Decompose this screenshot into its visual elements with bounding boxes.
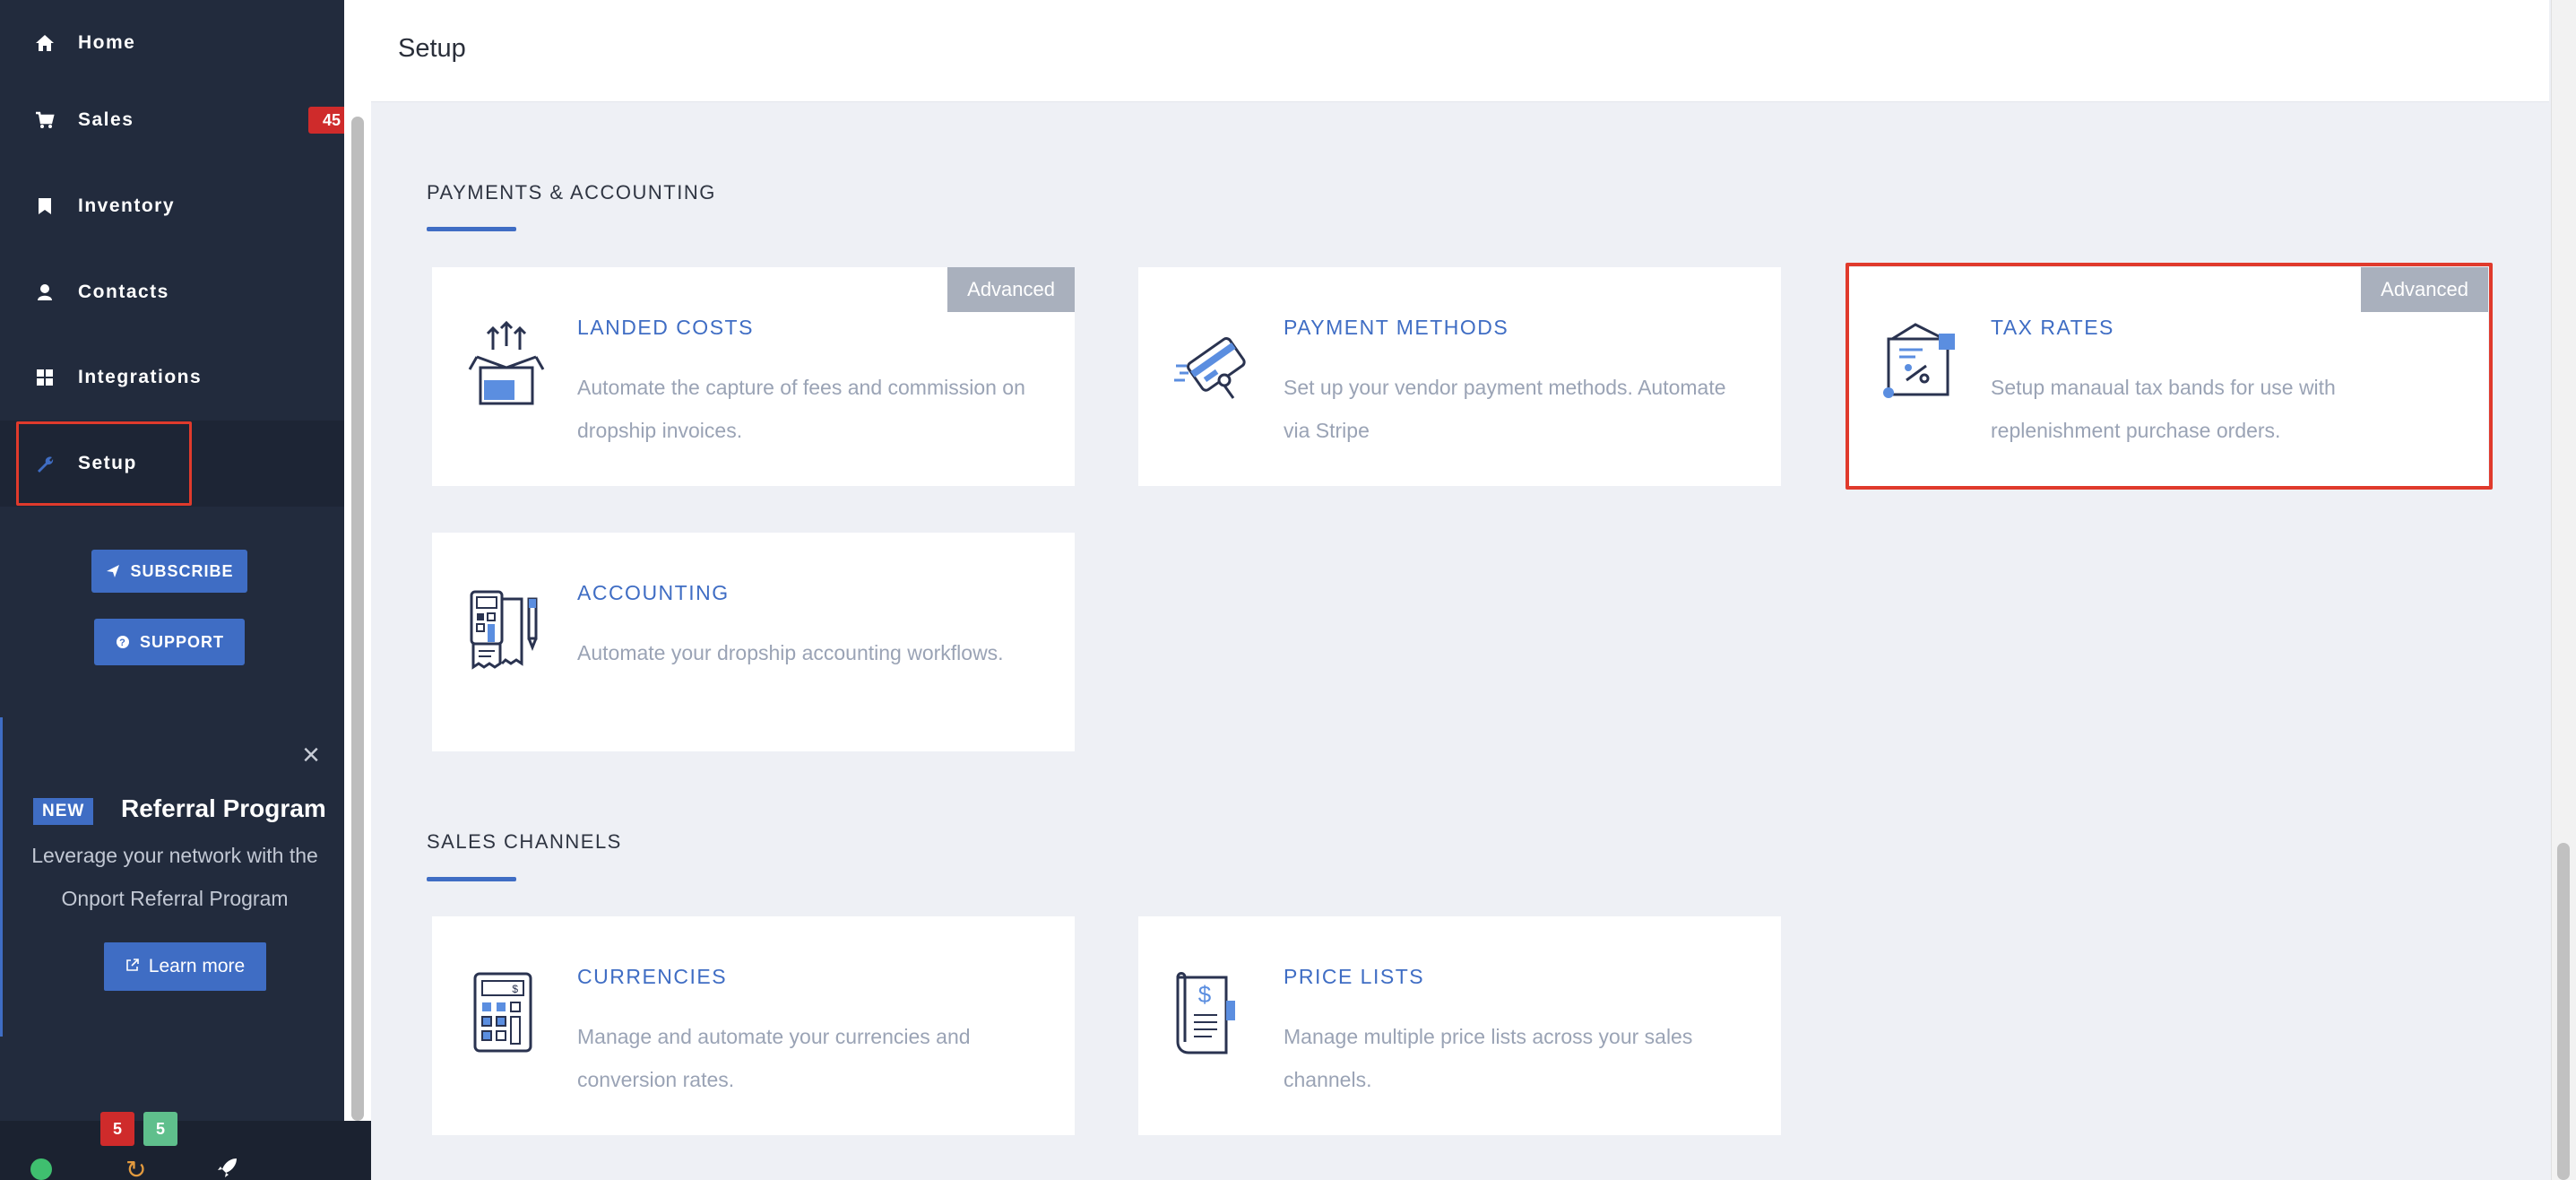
card-title: LANDED COSTS [577, 316, 754, 339]
svg-text:$: $ [512, 983, 518, 995]
help-icon: ? [115, 634, 131, 650]
sidebar-item-integrations[interactable]: Integrations [0, 334, 344, 421]
svg-text:?: ? [119, 638, 126, 648]
card-title: ACCOUNTING [577, 581, 730, 604]
card-tax-rates[interactable]: TAX RATES Setup manaual tax bands for us… [1846, 267, 2488, 486]
sales-count-badge: 45 [308, 107, 344, 134]
card-payment-icon [1172, 321, 1253, 411]
new-badge: NEW [33, 798, 94, 825]
sidebar-item-label: Home [78, 32, 136, 53]
price-list-icon: $ [1172, 970, 1253, 1060]
card-accounting[interactable]: ACCOUNTING Automate your dropship accoun… [432, 533, 1075, 751]
card-title: PAYMENT METHODS [1284, 316, 1509, 339]
subscribe-button[interactable]: SUBSCRIBE [91, 550, 247, 593]
sidebar-item-sales[interactable]: Sales [0, 77, 344, 163]
sidebar-item-label: Sales [78, 109, 134, 130]
sidebar-item-home[interactable]: Home [0, 0, 344, 86]
card-description: Set up your vendor payment methods. Auto… [1284, 376, 1726, 442]
notification-badge-green[interactable]: 5 [143, 1112, 177, 1146]
subscribe-label: SUBSCRIBE [130, 561, 234, 580]
referral-panel: × NEW Referral Program Leverage your net… [0, 717, 344, 1037]
page-header: Setup [371, 0, 2549, 102]
card-description: Manage multiple price lists across your … [1284, 1025, 1693, 1091]
sidebar-item-label: Inventory [78, 195, 176, 216]
sidebar-item-inventory[interactable]: Inventory [0, 163, 344, 249]
box-upload-icon [466, 320, 547, 411]
card-description: Automate the capture of fees and commiss… [577, 376, 1025, 442]
user-icon [34, 282, 56, 303]
referral-title: Referral Program [121, 794, 326, 822]
card-payment-methods[interactable]: PAYMENT METHODS Set up your vendor payme… [1138, 267, 1781, 486]
advanced-badge: Advanced [2361, 267, 2488, 312]
card-title: PRICE LISTS [1284, 965, 1425, 988]
section-underline [427, 227, 516, 231]
card-title: TAX RATES [1991, 316, 2114, 339]
calculator-receipt-icon [466, 586, 547, 676]
notification-badge-red[interactable]: 5 [100, 1112, 134, 1146]
card-description: Setup manaual tax bands for use with rep… [1991, 376, 2336, 442]
advanced-badge: Advanced [947, 267, 1075, 312]
support-button[interactable]: ? SUPPORT [94, 619, 245, 665]
sidebar-item-contacts[interactable]: Contacts [0, 249, 344, 335]
card-description: Manage and automate your currencies and … [577, 1025, 971, 1091]
close-icon[interactable]: × [298, 740, 324, 770]
page-title: Setup [398, 34, 466, 63]
sidebar-item-setup[interactable]: Setup [0, 421, 344, 507]
home-icon [34, 32, 56, 54]
bookmark-icon [34, 195, 56, 217]
learn-more-label: Learn more [148, 956, 246, 976]
card-title: CURRENCIES [577, 965, 728, 988]
send-icon [105, 563, 121, 579]
main-scrollbar[interactable] [2557, 843, 2570, 1180]
card-description: Automate your dropship accounting workfl… [577, 641, 1004, 664]
rocket-icon[interactable] [215, 1157, 238, 1180]
calculator-icon: $ [466, 970, 547, 1060]
sidebar-item-label: Integrations [78, 367, 203, 387]
status-dot-icon [30, 1158, 52, 1180]
support-label: SUPPORT [139, 632, 224, 651]
referral-text: Leverage your network with the Onport Re… [31, 844, 318, 910]
external-link-icon [125, 956, 140, 977]
section-title-sales-channels: SALES CHANNELS [427, 830, 622, 853]
bottom-status-bar [0, 1121, 371, 1180]
sidebar-scrollbar[interactable] [351, 117, 364, 1121]
refresh-icon[interactable]: ↻ [125, 1155, 146, 1180]
wrench-icon [34, 453, 56, 474]
section-title-payments: PAYMENTS & ACCOUNTING [427, 181, 716, 204]
sidebar-item-label: Setup [78, 453, 137, 473]
cart-icon [34, 109, 56, 131]
section-underline [427, 877, 516, 881]
card-landed-costs[interactable]: LANDED COSTS Automate the capture of fee… [432, 267, 1075, 486]
sidebar-item-label: Contacts [78, 282, 169, 302]
grid-icon [34, 367, 56, 388]
svg-text:$: $ [1198, 981, 1212, 1008]
tax-box-icon [1880, 321, 1960, 411]
card-price-lists[interactable]: $ PRICE LISTS Manage multiple price list… [1138, 916, 1781, 1135]
card-currencies[interactable]: $ CURRENCIES Manage and automate your cu… [432, 916, 1075, 1135]
learn-more-button[interactable]: Learn more [104, 942, 266, 991]
